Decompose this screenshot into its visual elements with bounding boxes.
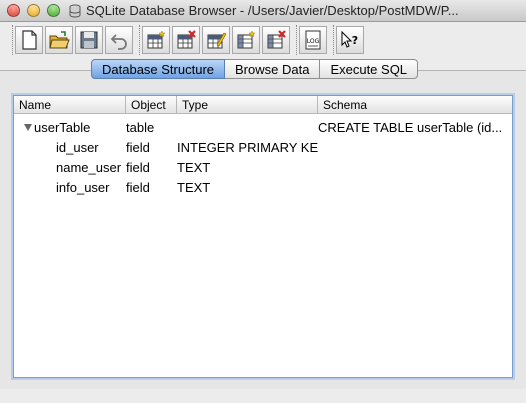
file-tools-group bbox=[12, 25, 135, 55]
zoom-window-button[interactable] bbox=[47, 4, 60, 17]
row-name: name_user bbox=[56, 159, 122, 175]
close-window-button[interactable] bbox=[7, 4, 20, 17]
row-schema: CREATE TABLE userTable (id... bbox=[318, 119, 503, 135]
log-icon: LOG bbox=[305, 30, 321, 50]
row-object: field bbox=[126, 159, 150, 175]
toolbar: LOG ? bbox=[0, 23, 526, 57]
modify-table-icon bbox=[207, 32, 227, 49]
delete-index-button[interactable] bbox=[262, 26, 290, 54]
create-index-button[interactable] bbox=[232, 26, 260, 54]
save-button[interactable] bbox=[75, 26, 103, 54]
disclosure-triangle-icon[interactable] bbox=[24, 123, 32, 131]
table-row[interactable]: name_user field TEXT bbox=[14, 157, 512, 177]
main-tabs: Database Structure Browse Data Execute S… bbox=[91, 59, 419, 79]
tree-header: Name Object Type Schema bbox=[14, 96, 512, 114]
table-tools-group bbox=[139, 25, 292, 55]
log-tools-group: LOG bbox=[296, 25, 329, 55]
create-table-button[interactable] bbox=[142, 26, 170, 54]
column-header-object[interactable]: Object bbox=[126, 96, 177, 113]
column-header-type[interactable]: Type bbox=[177, 96, 318, 113]
tab-browse-data[interactable]: Browse Data bbox=[225, 59, 321, 79]
tree-cell-name: userTable bbox=[14, 120, 126, 135]
new-document-icon bbox=[22, 30, 37, 50]
new-database-button[interactable] bbox=[15, 26, 43, 54]
row-name: id_user bbox=[56, 139, 99, 155]
row-name: userTable bbox=[34, 119, 91, 135]
column-header-name[interactable]: Name bbox=[14, 96, 126, 113]
column-header-schema[interactable]: Schema bbox=[318, 96, 512, 113]
whats-this-icon: ? bbox=[341, 30, 358, 48]
status-bar bbox=[0, 389, 526, 403]
table-row[interactable]: userTable table CREATE TABLE userTable (… bbox=[14, 117, 512, 137]
help-tools-group: ? bbox=[333, 25, 366, 55]
window-title: SQLite Database Browser - /Users/Javier/… bbox=[86, 3, 459, 18]
row-type: INTEGER PRIMARY KEY bbox=[177, 139, 318, 155]
delete-index-icon bbox=[267, 30, 286, 49]
tab-database-structure[interactable]: Database Structure bbox=[91, 59, 226, 79]
window-controls bbox=[7, 4, 60, 17]
sql-log-button[interactable]: LOG bbox=[299, 26, 327, 54]
open-database-button[interactable] bbox=[45, 26, 73, 54]
row-object: table bbox=[126, 119, 155, 135]
row-name: info_user bbox=[56, 179, 110, 195]
title-bar: SQLite Database Browser - /Users/Javier/… bbox=[0, 0, 526, 22]
delete-table-icon bbox=[177, 30, 196, 49]
minimize-window-button[interactable] bbox=[27, 4, 40, 17]
database-icon bbox=[69, 4, 81, 17]
window-title-area: SQLite Database Browser - /Users/Javier/… bbox=[68, 3, 459, 18]
modify-table-button[interactable] bbox=[202, 26, 230, 54]
save-disk-icon bbox=[80, 31, 98, 49]
undo-icon bbox=[110, 34, 127, 50]
row-object: field bbox=[126, 139, 150, 155]
structure-tree-view[interactable]: Name Object Type Schema userTable table … bbox=[13, 95, 513, 378]
open-folder-icon bbox=[49, 31, 70, 49]
row-type: TEXT bbox=[177, 159, 211, 175]
svg-text:LOG: LOG bbox=[307, 38, 320, 45]
table-row[interactable]: info_user field TEXT bbox=[14, 177, 512, 197]
tab-execute-sql[interactable]: Execute SQL bbox=[320, 59, 419, 79]
row-type: TEXT bbox=[177, 179, 211, 195]
row-object: field bbox=[126, 179, 150, 195]
delete-table-button[interactable] bbox=[172, 26, 200, 54]
create-index-icon bbox=[237, 30, 256, 49]
svg-text:?: ? bbox=[352, 34, 358, 47]
undo-button[interactable] bbox=[105, 26, 133, 54]
create-table-icon bbox=[147, 30, 166, 49]
tree-body: userTable table CREATE TABLE userTable (… bbox=[14, 114, 512, 197]
whats-this-button[interactable]: ? bbox=[336, 26, 364, 54]
table-row[interactable]: id_user field INTEGER PRIMARY KEY bbox=[14, 137, 512, 157]
